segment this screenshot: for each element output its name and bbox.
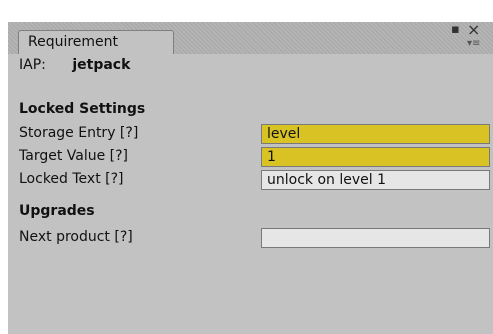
iap-label: IAP:	[19, 57, 46, 73]
iap-row: IAP: jetpack	[19, 57, 130, 73]
locked-text-field[interactable]: unlock on level 1	[261, 170, 490, 190]
locked-settings-header: Locked Settings	[19, 101, 146, 117]
storage-entry-field[interactable]: level	[261, 124, 490, 144]
close-icon[interactable]: ×	[467, 20, 480, 39]
inspector-window: Requirement ▪ × ▾≡ IAP: jetpack Locked S…	[8, 20, 493, 334]
tab-bar: Requirement ▪ × ▾≡	[8, 20, 493, 54]
storage-entry-label: Storage Entry [?]	[19, 125, 139, 141]
iap-value: jetpack	[72, 57, 131, 73]
target-value-label: Target Value [?]	[19, 148, 129, 164]
upgrades-header: Upgrades	[19, 203, 95, 219]
panel-menu-icon[interactable]: ▾≡	[467, 38, 480, 49]
locked-text-label: Locked Text [?]	[19, 171, 124, 187]
tab-requirement[interactable]: Requirement	[18, 30, 174, 54]
maximize-icon[interactable]: ▪	[451, 22, 460, 37]
target-value-field[interactable]: 1	[261, 147, 490, 167]
next-product-label: Next product [?]	[19, 229, 133, 245]
next-product-field[interactable]	[261, 228, 490, 248]
